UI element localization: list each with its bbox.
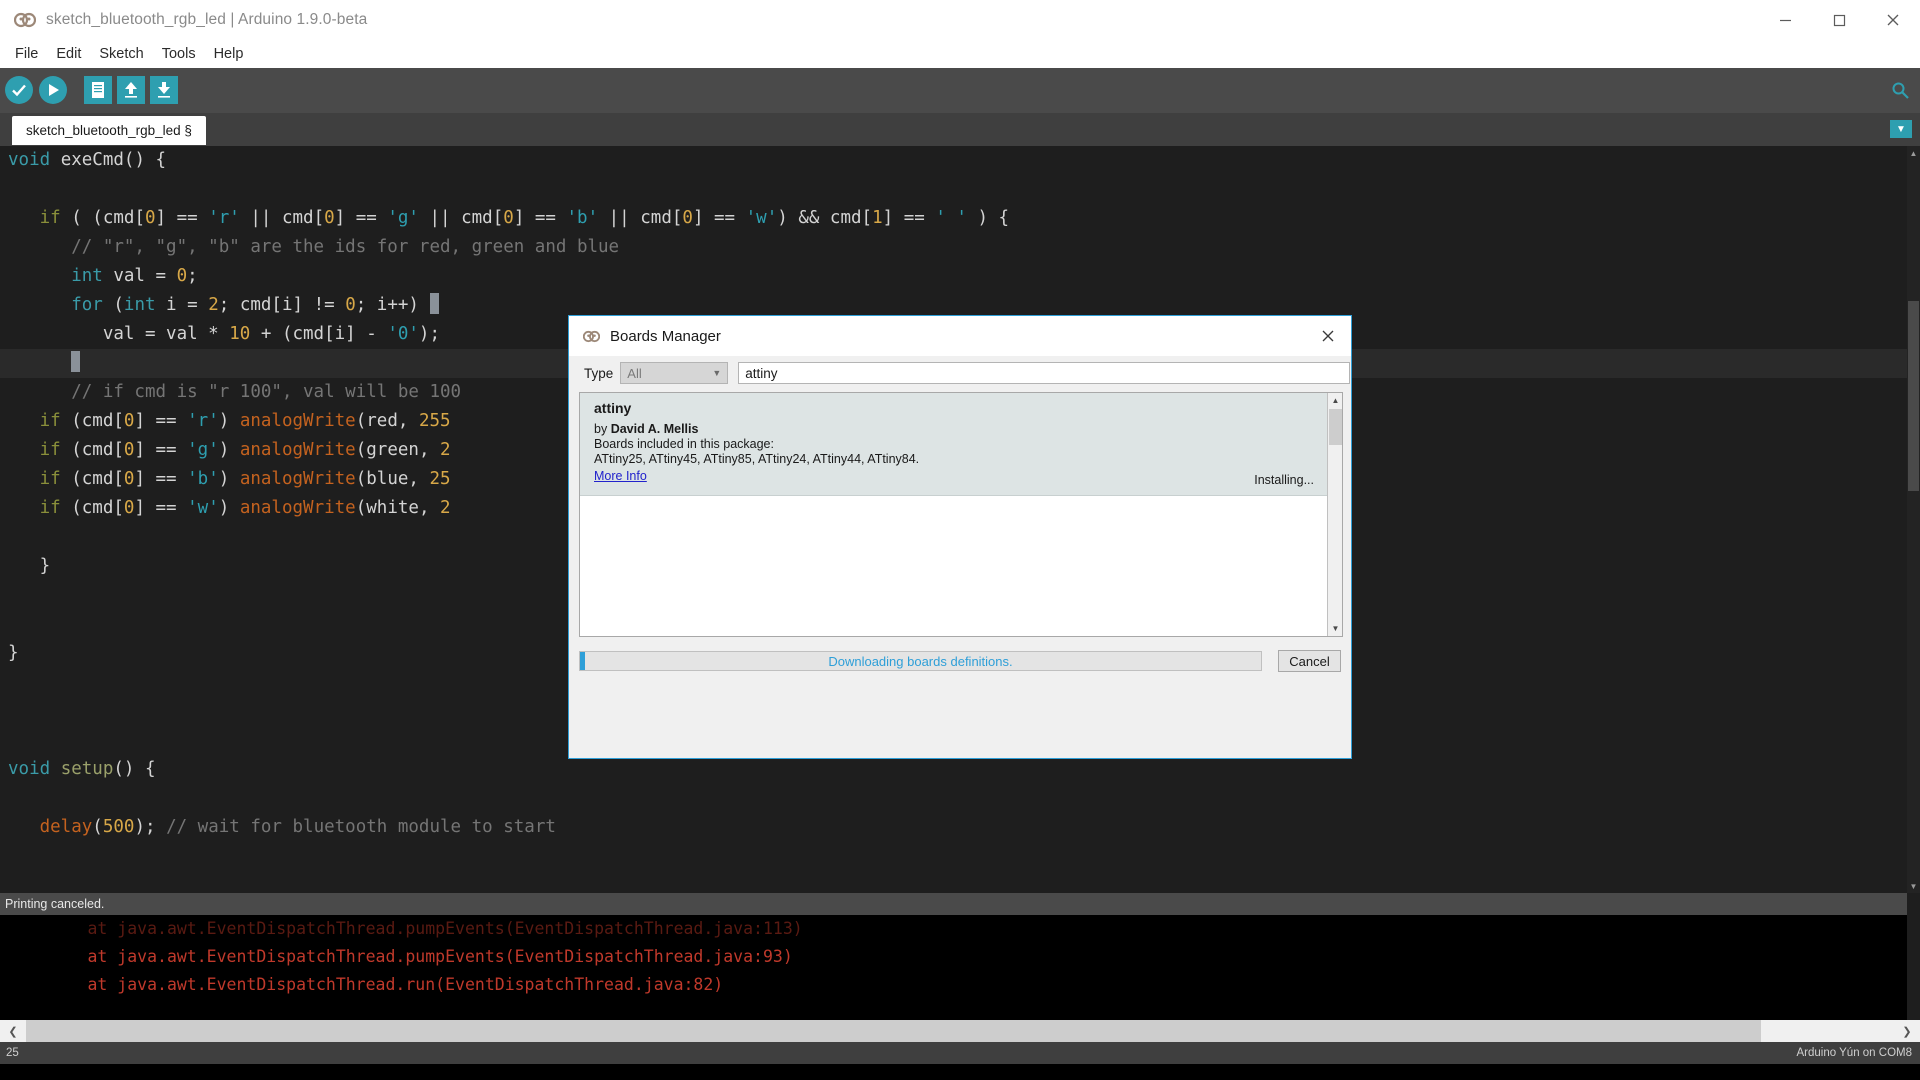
title-bar: sketch_bluetooth_rgb_led | Arduino 1.9.0… <box>0 0 1920 40</box>
arduino-infinity-logo <box>582 328 601 345</box>
code-line: if ( (cmd[0] == 'r' || cmd[0] == 'g' || … <box>39 208 1010 228</box>
list-vertical-scrollbar[interactable]: ▲ ▼ <box>1327 393 1342 636</box>
boards-manager-dialog: Boards Manager Type All ▼ attiny attiny … <box>568 315 1352 759</box>
type-filter-select[interactable]: All ▼ <box>620 362 729 384</box>
menu-item-help[interactable]: Help <box>205 43 253 65</box>
package-boards-list: ATtiny25, ATtiny45, ATtiny85, ATtiny24, … <box>594 452 920 466</box>
menu-item-file[interactable]: File <box>6 43 47 65</box>
hscroll-thumb[interactable] <box>26 1020 1761 1042</box>
package-author: by David A. Mellis <box>594 422 699 436</box>
package-boards-label: Boards included in this package: <box>594 437 774 451</box>
menu-item-sketch[interactable]: Sketch <box>90 43 152 65</box>
scroll-up-arrow-icon[interactable]: ▲ <box>1328 393 1342 408</box>
status-bar: 25 Arduino Yún on COM8 <box>0 1042 1920 1064</box>
type-filter-label: Type <box>584 365 614 381</box>
packages-list[interactable]: attiny by David A. Mellis Boards include… <box>579 392 1343 637</box>
maximize-icon[interactable] <box>1812 0 1866 40</box>
text-cursor <box>71 351 81 372</box>
window-title: sketch_bluetooth_rgb_led | Arduino 1.9.0… <box>46 11 368 28</box>
upload-button[interactable] <box>39 76 67 104</box>
menu-item-edit[interactable]: Edit <box>47 43 90 65</box>
open-sketch-button[interactable] <box>117 76 145 104</box>
tab-sketch-bluetooth-rgb-led[interactable]: sketch_bluetooth_rgb_led § <box>12 116 206 145</box>
package-install-status: Installing... <box>1254 473 1314 487</box>
console-horizontal-scrollbar[interactable]: ❮ ❯ <box>0 1020 1920 1042</box>
code-line: delay(500); // wait for bluetooth module… <box>39 817 556 837</box>
console-line: at java.awt.EventDispatchThread.run(Even… <box>8 975 724 994</box>
verify-button[interactable] <box>5 76 33 104</box>
scroll-right-arrow-icon[interactable]: ❯ <box>1894 1020 1920 1042</box>
download-progress-bar: Downloading boards definitions. <box>579 651 1262 671</box>
board-port-indicator: Arduino Yún on COM8 <box>1796 1047 1913 1059</box>
dialog-filter-row: Type All ▼ attiny <box>569 356 1351 390</box>
package-name: attiny <box>594 400 632 416</box>
text-cursor <box>429 293 439 314</box>
search-input[interactable]: attiny <box>738 362 1351 384</box>
editor-scroll-thumb[interactable] <box>1908 301 1919 491</box>
editor-vertical-scrollbar[interactable]: ▲ ▼ <box>1907 146 1920 893</box>
hscroll-track[interactable] <box>26 1020 1894 1042</box>
serial-monitor-button[interactable] <box>1890 80 1910 100</box>
minimize-icon[interactable] <box>1758 0 1812 40</box>
menu-bar: File Edit Sketch Tools Help <box>0 40 1920 68</box>
console-output: Printing canceled. at java.awt.EventDisp… <box>0 893 1907 1020</box>
close-icon[interactable] <box>1866 0 1920 40</box>
code-line: void exeCmd() { <box>8 150 167 170</box>
code-line: void setup() { <box>8 759 156 779</box>
scroll-down-arrow-icon[interactable]: ▼ <box>1907 879 1920 893</box>
arduino-infinity-logo <box>13 9 37 31</box>
more-info-link[interactable]: More Info <box>594 469 647 483</box>
menu-item-tools[interactable]: Tools <box>153 43 205 65</box>
chevron-down-icon: ▼ <box>712 368 722 378</box>
tab-strip: sketch_bluetooth_rgb_led § ▼ <box>0 113 1920 146</box>
progress-label: Downloading boards definitions. <box>828 653 1013 669</box>
package-author-name: David A. Mellis <box>610 422 699 436</box>
dialog-footer: Downloading boards definitions. Cancel <box>579 647 1343 675</box>
console-line: at java.awt.EventDispatchThread.pumpEven… <box>8 947 793 966</box>
bottom-filler <box>0 1064 1920 1080</box>
window-controls <box>1758 0 1920 40</box>
progress-fill <box>580 652 585 670</box>
list-item[interactable]: attiny by David A. Mellis Boards include… <box>580 393 1328 496</box>
scroll-up-arrow-icon[interactable]: ▲ <box>1907 146 1920 160</box>
dialog-title-bar: Boards Manager <box>569 316 1351 356</box>
dialog-title: Boards Manager <box>610 327 721 345</box>
search-input-value: attiny <box>745 365 778 381</box>
code-line: int val = 0; <box>71 266 198 286</box>
scroll-left-arrow-icon[interactable]: ❮ <box>0 1020 26 1042</box>
line-number-indicator: 25 <box>6 1047 19 1059</box>
scroll-down-arrow-icon[interactable]: ▼ <box>1328 621 1342 636</box>
type-filter-value: All <box>627 365 642 381</box>
arduino-ide-window: sketch_bluetooth_rgb_led | Arduino 1.9.0… <box>0 0 1920 1080</box>
chevron-down-icon[interactable]: ▼ <box>1890 120 1912 138</box>
save-sketch-button[interactable] <box>150 76 178 104</box>
new-sketch-button[interactable] <box>84 76 112 104</box>
console-status-message: Printing canceled. <box>0 893 1907 915</box>
list-scroll-thumb[interactable] <box>1329 409 1342 445</box>
cancel-button[interactable]: Cancel <box>1278 650 1341 672</box>
toolbar <box>0 68 1920 113</box>
tab-label: sketch_bluetooth_rgb_led § <box>26 123 192 138</box>
close-icon[interactable] <box>1305 316 1351 356</box>
code-line: // "r", "g", "b" are the ids for red, gr… <box>71 237 620 257</box>
console-line-clipped: at java.awt.EventDispatchThread.pumpEven… <box>8 919 803 938</box>
